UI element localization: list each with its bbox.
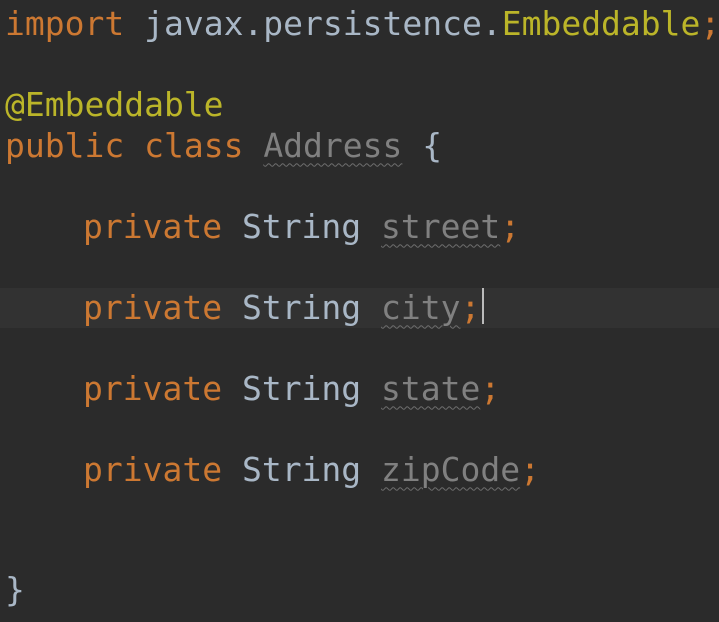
class-modifier: public <box>5 125 125 165</box>
field-modifier: private <box>83 206 223 246</box>
field-semicolon: ; <box>520 449 540 489</box>
code-line-class-declaration[interactable]: public class Address { <box>0 126 719 167</box>
field-name: city <box>381 287 461 327</box>
field-modifier: private <box>83 449 223 489</box>
field-semicolon: ; <box>480 368 501 408</box>
code-line-close-brace[interactable]: } <box>0 570 719 611</box>
class-keyword: class <box>144 125 244 165</box>
field-semicolon: ; <box>500 206 521 246</box>
close-brace: } <box>5 570 25 609</box>
field-modifier: private <box>83 368 223 408</box>
code-line-field-zipcode[interactable]: private String zipCode; <box>0 450 719 491</box>
code-line-field-city[interactable]: private String city; <box>0 287 719 328</box>
field-type: String <box>241 287 362 327</box>
field-type: String <box>241 368 362 408</box>
text-caret <box>482 288 485 324</box>
annotation: @Embeddable <box>5 85 224 124</box>
import-package: javax.persistence. <box>144 4 502 43</box>
import-keyword: import <box>5 4 125 43</box>
field-name: street <box>381 206 501 246</box>
code-line-import[interactable]: import javax.persistence.Embeddable; <box>0 4 719 45</box>
field-type: String <box>241 449 362 489</box>
field-name: state <box>381 368 481 408</box>
open-brace: { <box>422 125 443 165</box>
code-line-field-street[interactable]: private String street; <box>0 207 719 248</box>
field-type: String <box>241 206 362 246</box>
class-name: Address <box>263 125 403 165</box>
code-editor[interactable]: import javax.persistence.Embeddable; @Em… <box>0 0 719 622</box>
field-name: zipCode <box>381 449 521 489</box>
import-class: Embeddable <box>501 4 701 43</box>
import-semicolon: ; <box>700 4 719 43</box>
field-semicolon: ; <box>460 287 481 327</box>
code-line-annotation[interactable]: @Embeddable <box>0 85 719 126</box>
field-modifier: private <box>83 287 223 327</box>
code-line-field-state[interactable]: private String state; <box>0 369 719 410</box>
